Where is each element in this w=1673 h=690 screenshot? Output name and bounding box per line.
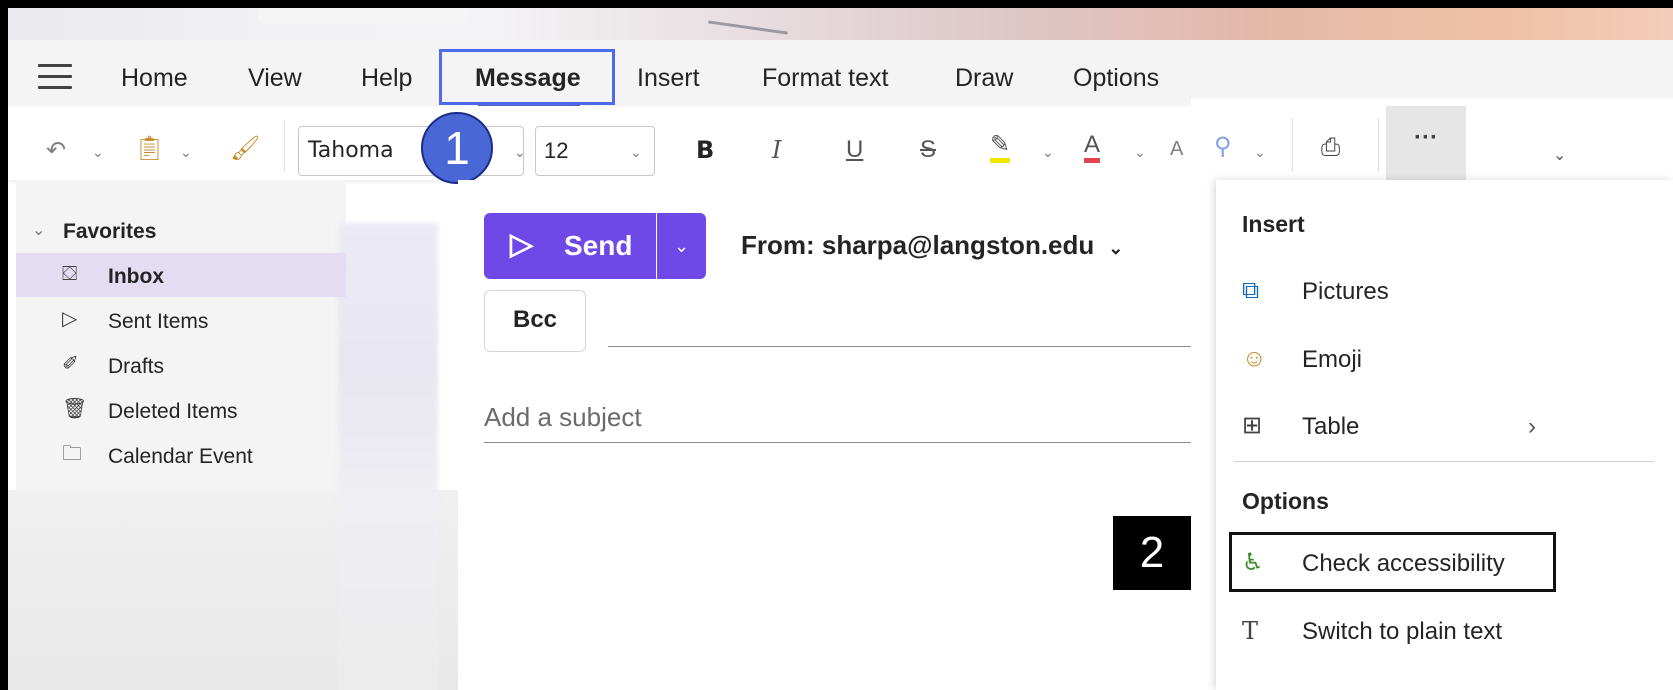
send-button[interactable]: ▷ Send	[484, 213, 656, 279]
font-color-icon[interactable]: A	[1084, 132, 1101, 163]
ribbon-divider	[1378, 118, 1379, 172]
folder-icon: 🗀︎	[62, 443, 82, 465]
check-accessibility-highlight-box	[1229, 532, 1556, 592]
clear-formatting-icon[interactable]: ⚲	[1214, 132, 1232, 161]
ribbon-divider	[284, 120, 285, 172]
send-button-label: Send	[564, 230, 633, 261]
options-section-heading: Options	[1242, 488, 1329, 514]
menu-item-pictures[interactable]: ⧉ Pictures	[1228, 266, 1658, 316]
plain-text-icon: T	[1242, 617, 1259, 645]
menu-divider	[1234, 461, 1654, 462]
font-size-increase-icon[interactable]: A	[1170, 138, 1183, 161]
table-icon: ⊞	[1242, 412, 1263, 439]
emoji-icon: ☺	[1242, 345, 1267, 372]
send-icon: ▷	[62, 308, 78, 330]
underline-button[interactable]: U	[846, 136, 863, 164]
sidebar-item-inbox[interactable]: ⛋ Inbox	[16, 253, 346, 297]
more-options-button[interactable]: ···	[1386, 106, 1466, 180]
step-2-badge: 2	[1113, 516, 1191, 590]
tab-draw[interactable]: Draw	[955, 64, 1013, 93]
font-name-chevron-icon[interactable]: ⌄	[514, 144, 526, 161]
tab-format-text[interactable]: Format text	[762, 64, 888, 93]
subject-input[interactable]	[484, 392, 1191, 443]
message-tab-highlight-box	[439, 49, 615, 105]
from-label: From: sharpa@langston.edu	[741, 230, 1095, 260]
insert-section-heading: Insert	[1242, 211, 1305, 237]
send-options-chevron-icon[interactable]: ⌄	[657, 213, 706, 279]
bcc-button[interactable]: Bcc	[484, 290, 586, 352]
pictures-icon: ⧉	[1242, 277, 1260, 304]
highlight-color-icon[interactable]: ✎	[990, 132, 1011, 163]
sidebar-item-sent-items[interactable]: ▷ Sent Items	[16, 298, 346, 342]
tab-home[interactable]: Home	[121, 64, 188, 93]
font-size-value: 12	[544, 138, 569, 163]
send-icon: ▷	[510, 228, 534, 261]
tab-insert[interactable]: Insert	[637, 64, 700, 93]
wallpaper-streak	[708, 20, 788, 35]
undo-dropdown-chevron-icon[interactable]: ⌄	[92, 144, 104, 161]
drafts-icon: ✐	[62, 353, 79, 375]
format-painter-icon[interactable]: 🖌︎	[230, 134, 260, 163]
sidebar-item-label: Sent Items	[108, 310, 209, 333]
trash-icon: 🗑︎	[62, 398, 88, 420]
strikethrough-button[interactable]: S	[920, 136, 936, 164]
favorites-collapse-chevron-icon[interactable]: ⌄	[32, 220, 45, 240]
step-1-badge: 1	[421, 112, 493, 184]
highlight-chevron-icon[interactable]: ⌄	[1042, 144, 1054, 161]
message-list-blurred	[338, 223, 438, 690]
italic-button[interactable]: I	[772, 136, 781, 164]
from-chevron-icon: ⌄	[1108, 238, 1124, 258]
favorites-heading[interactable]: Favorites	[63, 220, 156, 244]
ribbon-expand-chevron-icon[interactable]: ⌄	[1553, 145, 1566, 165]
menu-item-emoji[interactable]: ☺ Emoji	[1228, 334, 1658, 384]
hamburger-menu-icon[interactable]	[38, 64, 72, 90]
sidebar-item-label: Deleted Items	[108, 400, 238, 423]
font-color-chevron-icon[interactable]: ⌄	[1134, 144, 1146, 161]
font-size-chevron-icon[interactable]: ⌄	[630, 144, 642, 161]
menu-item-label: Emoji	[1302, 346, 1363, 373]
menu-bar: Home View Help Message Insert Format tex…	[8, 40, 1673, 107]
clear-formatting-chevron-icon[interactable]: ⌄	[1254, 144, 1266, 161]
menu-item-label: Table	[1302, 413, 1360, 440]
font-name-value: Tahoma	[308, 138, 394, 163]
tab-help[interactable]: Help	[361, 64, 412, 93]
undo-icon[interactable]: ↶	[46, 136, 66, 165]
submenu-chevron-icon: ›	[1528, 413, 1536, 440]
menu-item-switch-to-plain-text[interactable]: T Switch to plain text	[1228, 606, 1658, 656]
bcc-field-underline	[608, 346, 1191, 347]
menu-item-label: Pictures	[1302, 278, 1389, 305]
sidebar-item-label: Calendar Event	[108, 445, 253, 468]
menu-item-label: Switch to plain text	[1302, 618, 1503, 645]
desktop-wallpaper	[8, 8, 1673, 40]
sidebar-item-label: Inbox	[108, 265, 164, 288]
from-account-selector[interactable]: From: sharpa@langston.edu ⌄	[741, 230, 1123, 261]
paste-dropdown-chevron-icon[interactable]: ⌄	[180, 144, 192, 161]
menu-item-table[interactable]: ⊞ Table ›	[1228, 401, 1658, 451]
tab-view[interactable]: View	[248, 64, 302, 93]
print-icon[interactable]: ⎙	[1321, 134, 1340, 162]
tab-options[interactable]: Options	[1073, 64, 1159, 93]
bold-button[interactable]: B	[696, 136, 714, 164]
inbox-icon: ⛋	[62, 263, 78, 285]
sidebar-item-deleted-items[interactable]: 🗑︎ Deleted Items	[16, 388, 346, 432]
ribbon-divider	[1292, 118, 1293, 172]
paste-icon[interactable]: 📋︎	[134, 134, 164, 163]
sidebar-item-drafts[interactable]: ✐ Drafts	[16, 343, 346, 387]
sidebar-item-calendar-event[interactable]: 🗀︎ Calendar Event	[16, 433, 346, 477]
outlook-window: Home View Help Message Insert Format tex…	[8, 8, 1673, 690]
title-bar	[258, 8, 468, 24]
sidebar-item-label: Drafts	[108, 355, 165, 378]
